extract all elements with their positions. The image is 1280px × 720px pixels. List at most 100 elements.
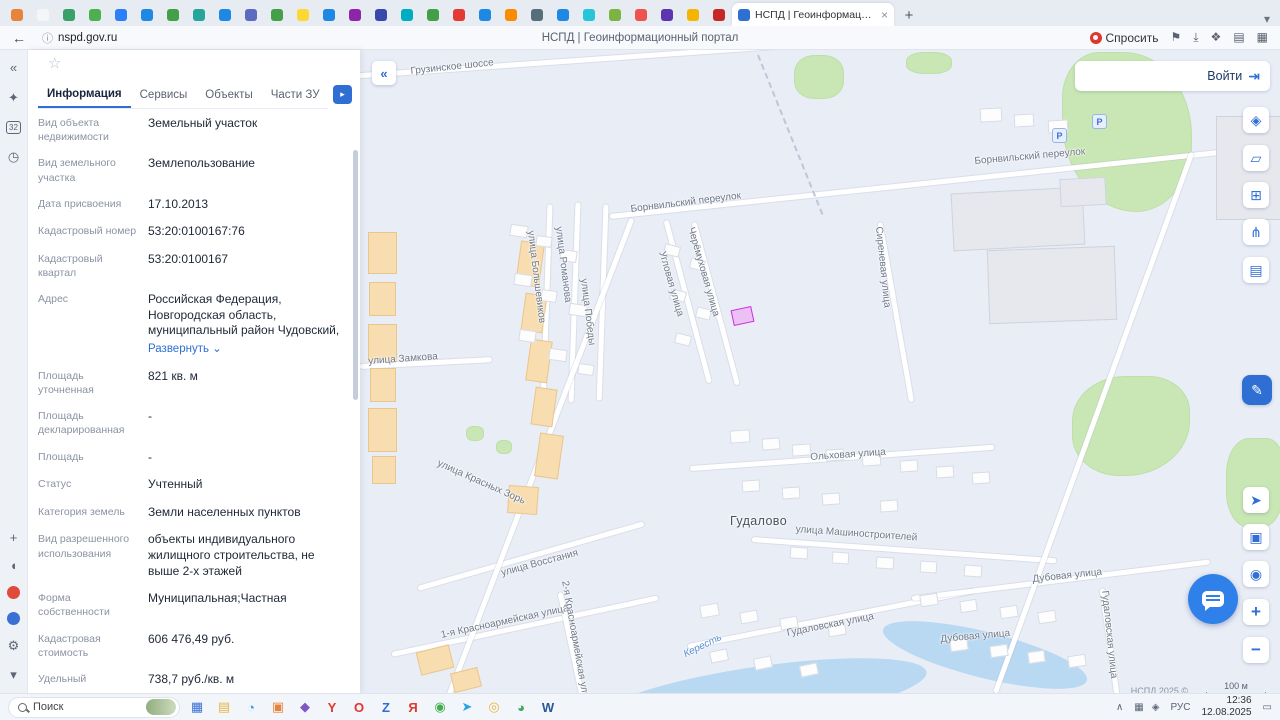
- navbar-icon-2[interactable]: ❖: [1211, 30, 1222, 45]
- tab-title: НСПД | Геоинформац…: [755, 9, 876, 21]
- pinned-tab[interactable]: [524, 4, 549, 26]
- new-tab-button[interactable]: +: [898, 4, 920, 26]
- taskbar-app-11[interactable]: ◎: [484, 697, 504, 717]
- pinned-tab[interactable]: [498, 4, 523, 26]
- taskbar-app-13[interactable]: W: [538, 697, 558, 717]
- pinned-tab[interactable]: [56, 4, 81, 26]
- navbar-icon-1[interactable]: ⤓: [1193, 30, 1198, 45]
- zoom-in-button[interactable]: +: [1243, 599, 1269, 625]
- browser-active-tab[interactable]: НСПД | Геоинформац… ×: [732, 3, 894, 26]
- sidebar-icon-bottom-0[interactable]: +: [10, 530, 18, 545]
- map-canvas[interactable]: РРГрузинское шоссеБорнвильский переулокБ…: [360, 50, 1280, 693]
- panel-tab-0[interactable]: Информация: [38, 82, 131, 108]
- panorama-button[interactable]: ▣: [1243, 524, 1269, 550]
- pinned-tab[interactable]: [446, 4, 471, 26]
- pinned-tab[interactable]: [82, 4, 107, 26]
- pinned-tab[interactable]: [576, 4, 601, 26]
- pinned-tab[interactable]: [368, 4, 393, 26]
- taskbar-app-12[interactable]: ◕: [511, 697, 531, 717]
- pinned-tab[interactable]: [108, 4, 133, 26]
- feedback-button[interactable]: ✎: [1242, 375, 1272, 405]
- pinned-tab[interactable]: [342, 4, 367, 26]
- pinned-tab[interactable]: [160, 4, 185, 26]
- taskbar-app-9[interactable]: ◉: [430, 697, 450, 717]
- pinned-tab[interactable]: [680, 4, 705, 26]
- sidebar-icon-bottom-3[interactable]: [7, 612, 20, 625]
- navbar-icon-3[interactable]: ▤: [1233, 30, 1244, 45]
- taskbar-app-1[interactable]: ▤: [214, 697, 234, 717]
- tabstrip-menu-icon[interactable]: ▾: [1264, 12, 1270, 26]
- sidebar-icon-top-3[interactable]: ◷: [8, 149, 19, 165]
- pinned-tab[interactable]: [264, 4, 289, 26]
- taskbar-app-8[interactable]: Я: [403, 697, 423, 717]
- pinned-tab[interactable]: [628, 4, 653, 26]
- pinned-tab[interactable]: [134, 4, 159, 26]
- notification-icon[interactable]: ▭: [1263, 702, 1272, 713]
- language-indicator[interactable]: РУС: [1170, 702, 1190, 713]
- tabs-overflow-button[interactable]: ▸: [333, 85, 352, 104]
- taskbar-app-0[interactable]: ▦: [187, 697, 207, 717]
- panel-scrollbar[interactable]: [353, 150, 358, 400]
- pinned-tab[interactable]: [186, 4, 211, 26]
- pinned-tab[interactable]: [212, 4, 237, 26]
- taskbar-app-2[interactable]: ◔: [241, 697, 261, 717]
- taskbar-search[interactable]: Поиск: [8, 697, 180, 718]
- ask-alice-button[interactable]: Спросить: [1090, 31, 1159, 45]
- taskbar-app-5[interactable]: Y: [322, 697, 342, 717]
- sidebar-icon-top-0[interactable]: «: [10, 60, 17, 75]
- measure-button[interactable]: ⊞: [1243, 182, 1269, 208]
- pinned-tab[interactable]: [30, 4, 55, 26]
- pinned-tab[interactable]: [654, 4, 679, 26]
- panel-tab-1[interactable]: Сервисы: [131, 82, 197, 108]
- tray-icon-0[interactable]: ▦: [1134, 702, 1143, 713]
- sidebar-icon-bottom-5[interactable]: ▾: [10, 667, 17, 683]
- tray-caret-icon[interactable]: ∧: [1116, 702, 1123, 713]
- sidebar-icon-bottom-4[interactable]: ⚙: [8, 638, 20, 654]
- locate-button[interactable]: ➤: [1243, 487, 1269, 513]
- layers-button[interactable]: ◈: [1243, 107, 1269, 133]
- sidebar-icon-top-2[interactable]: 32: [6, 121, 21, 134]
- expand-link[interactable]: Развернуть ⌄: [148, 342, 344, 357]
- address-bar[interactable]: ⓘ nspd.gov.ru: [42, 30, 117, 46]
- panel-tab-2[interactable]: Объекты: [196, 82, 261, 108]
- tray-icon-1[interactable]: ◈: [1152, 702, 1160, 713]
- sidebar-icon-top-1[interactable]: ✦: [8, 90, 19, 106]
- pinned-tab[interactable]: [706, 4, 731, 26]
- zoom-out-button[interactable]: −: [1243, 637, 1269, 663]
- tab-close-icon[interactable]: ×: [881, 8, 888, 22]
- pinned-tab-favicon: [609, 9, 621, 21]
- taskbar-app-10[interactable]: ➤: [457, 697, 477, 717]
- pinned-tab[interactable]: [602, 4, 627, 26]
- navbar-icon-0[interactable]: ⚑: [1170, 30, 1181, 45]
- taskbar-app-7[interactable]: Z: [376, 697, 396, 717]
- clock[interactable]: 12:36 12.08.2025: [1201, 695, 1251, 719]
- share-button[interactable]: ⋔: [1243, 219, 1269, 245]
- sidebar-icon-bottom-2[interactable]: [7, 586, 20, 599]
- site-info-icon[interactable]: ⓘ: [42, 30, 53, 46]
- panel-collapse-button[interactable]: «: [372, 61, 396, 85]
- navbar-icon-4[interactable]: ▦: [1257, 30, 1268, 45]
- object-info-panel: ☆ ИнформацияСервисыОбъектыЧасти ЗУСоста …: [28, 50, 360, 693]
- pinned-tab[interactable]: [550, 4, 575, 26]
- taskbar-app-4[interactable]: ◆: [295, 697, 315, 717]
- pinned-tab[interactable]: [472, 4, 497, 26]
- taskbar-app-6[interactable]: O: [349, 697, 369, 717]
- pinned-tab[interactable]: [420, 4, 445, 26]
- sidebar-icon-bottom-1[interactable]: ◖: [10, 558, 18, 573]
- pinned-tab[interactable]: [290, 4, 315, 26]
- favorite-star-icon[interactable]: ☆: [48, 54, 61, 72]
- identify-button[interactable]: ◉: [1243, 561, 1269, 587]
- panel-tab-3[interactable]: Части ЗУ: [262, 82, 328, 108]
- chat-button[interactable]: [1188, 574, 1238, 624]
- print-button[interactable]: ▤: [1243, 257, 1269, 283]
- pinned-tab[interactable]: [316, 4, 341, 26]
- pinned-tab[interactable]: [394, 4, 419, 26]
- login-button[interactable]: Войти ⇥: [1075, 61, 1270, 91]
- field-label: Кадастровый номер: [38, 224, 148, 240]
- back-button[interactable]: ←: [12, 30, 26, 46]
- taskbar-app-3[interactable]: ▣: [268, 697, 288, 717]
- pinned-tab[interactable]: [238, 4, 263, 26]
- selected-parcel[interactable]: [731, 306, 755, 326]
- ruler-button[interactable]: ▱: [1243, 145, 1269, 171]
- pinned-tab[interactable]: [4, 4, 29, 26]
